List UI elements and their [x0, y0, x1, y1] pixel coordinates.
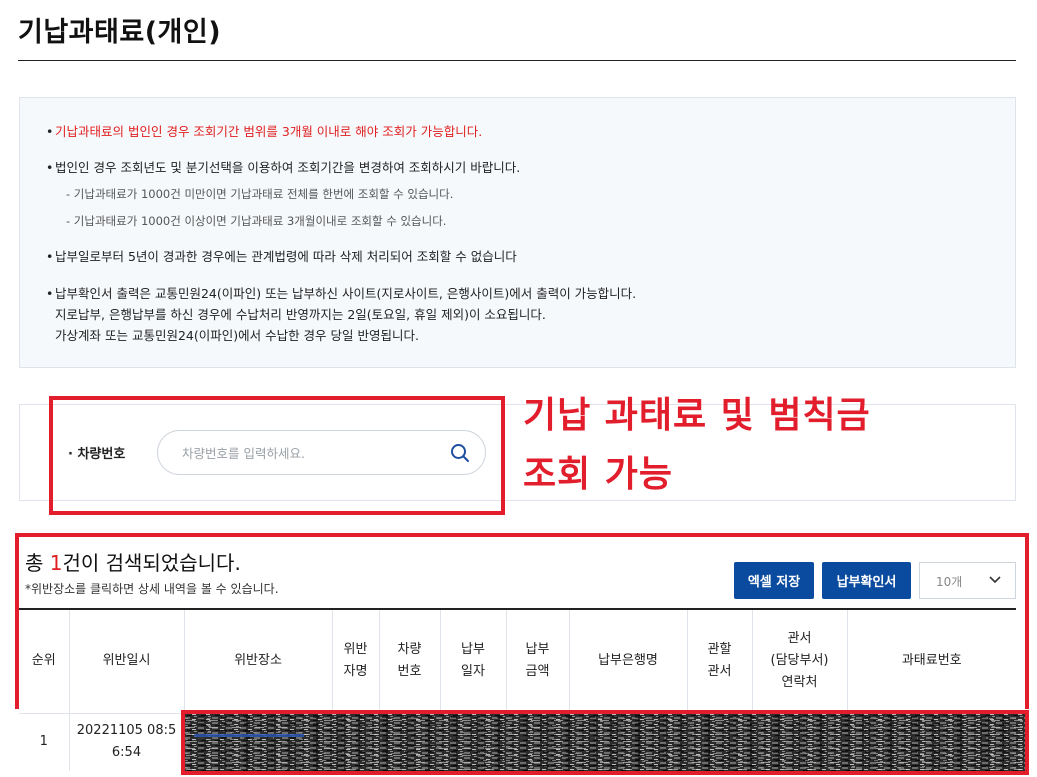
notice-subitem: - 기납과태료가 1000건 미만이면 기납과태료 전체를 한번에 조회할 수 …	[66, 187, 454, 201]
annotation-line-1: 기납 과태료 및 범칙금	[523, 395, 871, 436]
title-divider	[18, 60, 1016, 61]
notice-item: • 기납과태료의 법인인 경우 조회기간 범위를 3개월 이내로 해야 조회가 가…	[46, 124, 483, 139]
violation-datetime-cell: 20221105 08:5 6:54	[69, 713, 185, 771]
notice-item: • 납부확인서 출력은 교통민원24(이파인) 또는 납부하신 사이트(지로사이트…	[46, 286, 637, 301]
notice-subitem: - 기납과태료가 1000건 이상이면 기납과태료 3개월이내로 조회할 수 있…	[66, 214, 447, 228]
rank-cell: 1	[19, 713, 70, 771]
highlight-box-row	[181, 710, 1029, 775]
notice-item: • 법인인 경우 조회년도 및 분기선택을 이용하여 조회기간을 변경하여 조회하…	[46, 160, 521, 175]
page-title: 기납과태료(개인)	[18, 17, 222, 48]
annotation-line-2: 조회 가능	[523, 454, 674, 495]
highlight-box-search	[49, 396, 505, 515]
highlight-box-results	[15, 533, 1029, 709]
notice-item-continued: 가상계좌 또는 교통민원24(이파인)에서 수납한 경우 당일 반영됩니다.	[55, 328, 419, 343]
notice-item: • 납부일로부터 5년이 경과한 경우에는 관계법령에 따라 삭제 처리되어 조회…	[46, 249, 517, 264]
notice-item-continued: 지로납부, 은행납부를 하신 경우에 수납처리 반영까지는 2일(토요일, 휴일…	[55, 307, 546, 322]
